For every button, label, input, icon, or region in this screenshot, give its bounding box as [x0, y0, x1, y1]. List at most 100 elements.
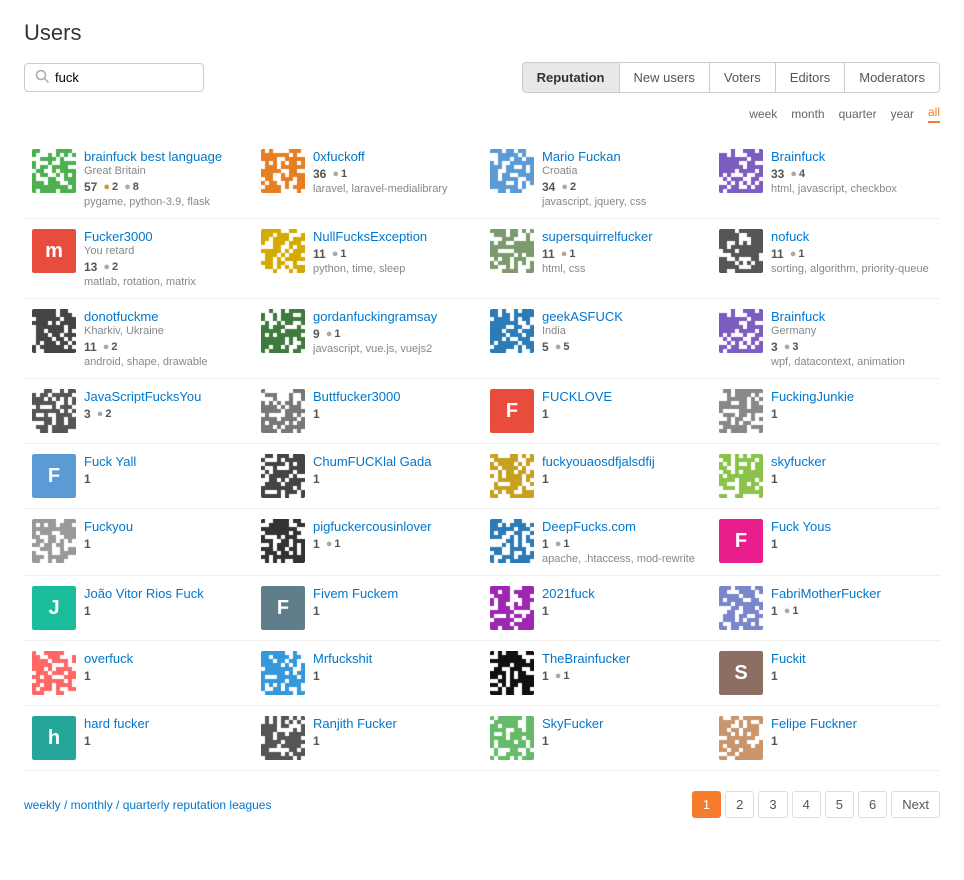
- avatar: [261, 309, 305, 353]
- time-filter-all[interactable]: all: [928, 105, 940, 123]
- search-input[interactable]: [55, 70, 193, 85]
- avatar: F: [261, 586, 305, 630]
- user-name-link[interactable]: DeepFucks.com: [542, 519, 703, 534]
- user-name-link[interactable]: donotfuckme: [84, 309, 245, 324]
- user-name-link[interactable]: 2021fuck: [542, 586, 703, 601]
- silver-dot: ●: [326, 328, 333, 340]
- user-name-link[interactable]: Fucker3000: [84, 229, 245, 244]
- search-box[interactable]: [24, 63, 204, 92]
- user-card: skyfucker1: [711, 444, 940, 509]
- user-tags: android, shape, drawable: [84, 356, 245, 368]
- user-name-link[interactable]: pigfuckercousinlover: [313, 519, 474, 534]
- user-reputation: 1: [542, 604, 703, 618]
- user-name-link[interactable]: TheBrainfucker: [542, 651, 703, 666]
- user-name-link[interactable]: 0xfuckoff: [313, 149, 474, 164]
- user-name-link[interactable]: Ranjith Fucker: [313, 716, 474, 731]
- silver-dot: ●: [97, 408, 104, 420]
- pagination-right: 123456Next: [692, 791, 940, 818]
- user-name-link[interactable]: Fuck Yous: [771, 519, 932, 534]
- user-name-link[interactable]: supersquirrelfucker: [542, 229, 703, 244]
- time-filter-year[interactable]: year: [891, 107, 914, 121]
- user-name-link[interactable]: Brainfuck: [771, 149, 932, 164]
- avatar: h: [32, 716, 76, 760]
- avatar: F: [32, 454, 76, 498]
- user-name-link[interactable]: ChumFUCKlal Gada: [313, 454, 474, 469]
- user-card: NullFucksException11●1python, time, slee…: [253, 219, 482, 299]
- silver-dot: ●: [561, 248, 568, 260]
- user-name-link[interactable]: SkyFucker: [542, 716, 703, 731]
- user-name-link[interactable]: Buttfucker3000: [313, 389, 474, 404]
- silver-count: 5: [563, 341, 569, 353]
- user-name-link[interactable]: nofuck: [771, 229, 932, 244]
- page-title: Users: [24, 20, 940, 46]
- user-name-link[interactable]: geekASFUCK: [542, 309, 703, 324]
- user-name-link[interactable]: NullFucksException: [313, 229, 474, 244]
- page-button-4[interactable]: 4: [792, 791, 821, 818]
- silver-count: 4: [799, 168, 805, 180]
- user-name-link[interactable]: Felipe Fuckner: [771, 716, 932, 731]
- page-button-5[interactable]: 5: [825, 791, 854, 818]
- user-info: Brainfuck33●4html, javascript, checkbox: [771, 149, 932, 195]
- user-info: pigfuckercousinlover1●1: [313, 519, 474, 551]
- tab-editors[interactable]: Editors: [776, 63, 845, 92]
- user-name-link[interactable]: Fivem Fuckem: [313, 586, 474, 601]
- time-filter-month[interactable]: month: [791, 107, 824, 121]
- user-name-link[interactable]: JavaScriptFucksYou: [84, 389, 245, 404]
- user-info: DeepFucks.com1●1apache, .htaccess, mod-r…: [542, 519, 703, 565]
- user-name-link[interactable]: FabriMotherFucker: [771, 586, 932, 601]
- user-name-link[interactable]: overfuck: [84, 651, 245, 666]
- user-reputation: 1: [771, 407, 932, 421]
- silver-dot: ●: [784, 341, 791, 353]
- user-card: F Fivem Fuckem 1: [253, 576, 482, 641]
- user-info: skyfucker1: [771, 454, 932, 486]
- user-name-link[interactable]: Fuckyou: [84, 519, 245, 534]
- user-name-link[interactable]: FUCKLOVE: [542, 389, 703, 404]
- silver-dot: ●: [332, 168, 339, 180]
- user-name-link[interactable]: brainfuck best language: [84, 149, 245, 164]
- user-reputation: 1: [84, 669, 245, 683]
- user-name-link[interactable]: Mrfuckshit: [313, 651, 474, 666]
- user-name-link[interactable]: Brainfuck: [771, 309, 932, 324]
- avatar: [261, 454, 305, 498]
- gold-dot: ●: [103, 181, 110, 193]
- user-name-link[interactable]: fuckyouaosdfjalsdfij: [542, 454, 703, 469]
- tab-new-users[interactable]: New users: [620, 63, 710, 92]
- user-reputation: 1: [313, 604, 474, 618]
- user-reputation: 1: [84, 537, 245, 551]
- tab-moderators[interactable]: Moderators: [845, 63, 939, 92]
- silver-dot: ●: [326, 538, 333, 550]
- pagination-left: weekly / monthly / quarterly reputation …: [24, 797, 271, 812]
- time-filter-quarter[interactable]: quarter: [839, 107, 877, 121]
- page-button-3[interactable]: 3: [758, 791, 787, 818]
- user-info: SkyFucker1: [542, 716, 703, 748]
- user-card: pigfuckercousinlover1●1: [253, 509, 482, 576]
- user-name-link[interactable]: João Vitor Rios Fuck: [84, 586, 245, 601]
- user-name-link[interactable]: hard fucker: [84, 716, 245, 731]
- user-reputation: 57●2●8: [84, 180, 245, 194]
- avatar: [490, 586, 534, 630]
- user-reputation: 9●1: [313, 327, 474, 341]
- page-button-6[interactable]: 6: [858, 791, 887, 818]
- user-name-link[interactable]: gordanfuckingramsay: [313, 309, 474, 324]
- user-name-link[interactable]: Mario Fuckan: [542, 149, 703, 164]
- user-info: Fuck Yall1: [84, 454, 245, 486]
- page-button-1[interactable]: 1: [692, 791, 721, 818]
- user-info: Mrfuckshit1: [313, 651, 474, 683]
- next-page-button[interactable]: Next: [891, 791, 940, 818]
- time-filter-week[interactable]: week: [749, 107, 777, 121]
- user-name-link[interactable]: FuckingJunkie: [771, 389, 932, 404]
- user-reputation: 1: [313, 734, 474, 748]
- user-card: nofuck11●1sorting, algorithm, priority-q…: [711, 219, 940, 299]
- user-tags: matlab, rotation, matrix: [84, 276, 245, 288]
- avatar: [490, 651, 534, 695]
- user-info: brainfuck best languageGreat Britain57●2…: [84, 149, 245, 208]
- tab-reputation[interactable]: Reputation: [523, 63, 620, 92]
- page-button-2[interactable]: 2: [725, 791, 754, 818]
- user-name-link[interactable]: skyfucker: [771, 454, 932, 469]
- tab-voters[interactable]: Voters: [710, 63, 776, 92]
- user-name-link[interactable]: Fuck Yall: [84, 454, 245, 469]
- league-link[interactable]: weekly / monthly / quarterly reputation …: [24, 798, 271, 812]
- user-name-link[interactable]: Fuckit: [771, 651, 932, 666]
- user-reputation: 1: [84, 734, 245, 748]
- top-bar: ReputationNew usersVotersEditorsModerato…: [24, 62, 940, 93]
